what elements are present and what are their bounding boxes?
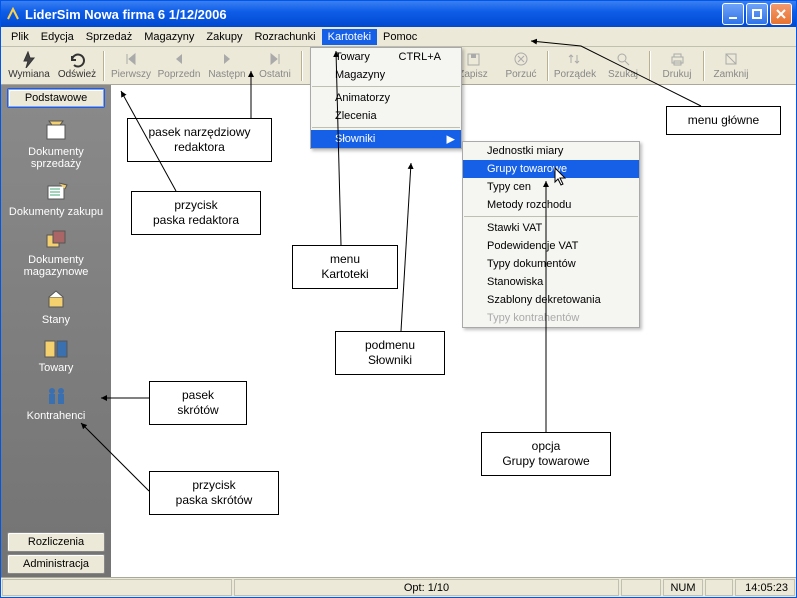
next-icon xyxy=(218,52,236,68)
submenu-arrow-icon: ▶ xyxy=(447,133,455,146)
search-icon xyxy=(614,52,632,68)
menu-magazyny[interactable]: Magazyny xyxy=(138,29,200,45)
shortcut-people[interactable]: Kontrahenci xyxy=(1,379,111,425)
last-icon xyxy=(266,52,284,68)
print-icon xyxy=(668,52,686,68)
menuitem-szablony-dekretowania[interactable]: Szablony dekretowania xyxy=(463,291,639,309)
annotation-podmenu-slowniki: podmenuSłowniki xyxy=(335,331,445,375)
menuitem-jednostki-miary[interactable]: Jednostki miary xyxy=(463,142,639,160)
annotation-pasek-narzedziowy: pasek narzędziowyredaktora xyxy=(127,118,272,162)
toolbar-poprzedn: Poprzedn xyxy=(155,48,203,84)
toolbar-separator xyxy=(547,51,549,81)
status-num: NUM xyxy=(663,579,703,596)
toolbar-następn: Następn xyxy=(203,48,251,84)
menuitem-metody-rozchodu[interactable]: Metody rozchodu xyxy=(463,196,639,214)
menuitem-zlecenia[interactable]: Zlecenia xyxy=(311,107,461,125)
menuitem-grupy-towarowe[interactable]: Grupy towarowe xyxy=(463,160,639,178)
maximize-button[interactable] xyxy=(746,3,768,25)
stock-icon xyxy=(40,286,72,314)
status-blank2 xyxy=(705,579,733,596)
shortcut-stock[interactable]: Stany xyxy=(1,283,111,329)
menuitem-animatorzy[interactable]: Animatorzy xyxy=(311,89,461,107)
menu-pomoc[interactable]: Pomoc xyxy=(377,29,423,45)
annotation-pasek-skrotow: pasekskrótów xyxy=(149,381,247,425)
close-icon xyxy=(722,52,740,68)
status-left xyxy=(2,579,232,596)
first-icon xyxy=(122,52,140,68)
menu-zakupy[interactable]: Zakupy xyxy=(200,29,248,45)
window-title: LiderSim Nowa firma 6 1/12/2006 xyxy=(25,7,720,22)
save-icon xyxy=(464,52,482,68)
menuitem-stanowiska[interactable]: Stanowiska xyxy=(463,273,639,291)
cancel-icon xyxy=(512,52,530,68)
menuitem-magazyny[interactable]: Magazyny xyxy=(311,66,461,84)
toolbar-zamknij: Zamknij xyxy=(707,48,755,84)
toolbar-porzuć: Porzuć xyxy=(497,48,545,84)
people-icon xyxy=(40,382,72,410)
menu-plik[interactable]: Plik xyxy=(5,29,35,45)
annotation-przycisk-paska-skrotow: przyciskpaska skrótów xyxy=(149,471,279,515)
menu-separator xyxy=(464,216,638,217)
menuitem-towary[interactable]: TowaryCTRL+A xyxy=(311,48,461,66)
menu-kartoteki-dropdown: TowaryCTRL+AMagazyny AnimatorzyZlecenia Sł… xyxy=(310,47,462,149)
app-icon xyxy=(5,6,21,22)
sale-icon xyxy=(40,118,72,146)
menuitem-typy-cen[interactable]: Typy cen xyxy=(463,178,639,196)
toolbar-separator xyxy=(703,51,705,81)
sidebar-tab-administracja[interactable]: Administracja xyxy=(7,554,105,574)
menu-edycja[interactable]: Edycja xyxy=(35,29,80,45)
buy-icon xyxy=(40,178,72,206)
status-time: 14:05:23 xyxy=(735,579,795,596)
sort-icon xyxy=(566,52,584,68)
refresh-icon xyxy=(68,52,86,68)
status-bar: Opt: 1/10 NUM 14:05:23 xyxy=(1,577,796,597)
menuitem-stawki-vat[interactable]: Stawki VAT xyxy=(463,219,639,237)
annotation-opcja-grupy: opcjaGrupy towarowe xyxy=(481,432,611,476)
annotation-menu-glowne: menu główne xyxy=(666,106,781,135)
sidebar: Podstawowe DokumentysprzedażyDokumenty z… xyxy=(1,85,111,577)
bolt-icon xyxy=(20,52,38,68)
toolbar-szukaj: Szukaj xyxy=(599,48,647,84)
toolbar-separator xyxy=(301,51,303,81)
status-blank xyxy=(621,579,661,596)
shortcut-buy[interactable]: Dokumenty zakupu xyxy=(1,175,111,221)
prev-icon xyxy=(170,52,188,68)
submenu-slowniki: Jednostki miaryGrupy towaroweTypy cenMet… xyxy=(462,141,640,328)
close-button[interactable] xyxy=(770,3,792,25)
toolbar-separator xyxy=(649,51,651,81)
menuitem-typy-kontrahentów: Typy kontrahentów xyxy=(463,309,639,327)
sidebar-tab-rozliczenia[interactable]: Rozliczenia xyxy=(7,532,105,552)
menu-rozrachunki[interactable]: Rozrachunki xyxy=(248,29,321,45)
status-center: Opt: 1/10 xyxy=(234,579,619,596)
toolbar-drukuj: Drukuj xyxy=(653,48,701,84)
menu-bar: PlikEdycjaSprzedażMagazynyZakupyRozrachu… xyxy=(1,27,796,47)
shortcut-sale[interactable]: Dokumentysprzedaży xyxy=(1,115,111,173)
toolbar-separator xyxy=(103,51,105,81)
sidebar-tab-podstawowe[interactable]: Podstawowe xyxy=(7,88,105,108)
toolbar-odśwież[interactable]: Odśwież xyxy=(53,48,101,84)
shortcut-bar: DokumentysprzedażyDokumenty zakupuDokume… xyxy=(1,109,111,531)
annotation-przycisk-paska-redaktora: przyciskpaska redaktora xyxy=(131,191,261,235)
shortcut-store[interactable]: Dokumentymagazynowe xyxy=(1,223,111,281)
menu-kartoteki[interactable]: Kartoteki xyxy=(322,29,377,45)
toolbar-ostatni: Ostatni xyxy=(251,48,299,84)
menuitem-podewidencje-vat[interactable]: Podewidencje VAT xyxy=(463,237,639,255)
menu-separator xyxy=(312,127,460,128)
goods-icon xyxy=(40,334,72,362)
title-bar: LiderSim Nowa firma 6 1/12/2006 xyxy=(1,1,796,27)
store-icon xyxy=(40,226,72,254)
minimize-button[interactable] xyxy=(722,3,744,25)
menu-separator xyxy=(312,86,460,87)
menu-sprzedaż[interactable]: Sprzedaż xyxy=(80,29,138,45)
menuitem-typy-dokumentów[interactable]: Typy dokumentów xyxy=(463,255,639,273)
shortcut-goods[interactable]: Towary xyxy=(1,331,111,377)
annotation-menu-kartoteki: menuKartoteki xyxy=(292,245,398,289)
menuitem-słowniki[interactable]: Słowniki▶ xyxy=(311,130,461,148)
toolbar-porządek: Porządek xyxy=(551,48,599,84)
toolbar-pierwszy: Pierwszy xyxy=(107,48,155,84)
toolbar-wymiana[interactable]: Wymiana xyxy=(5,48,53,84)
